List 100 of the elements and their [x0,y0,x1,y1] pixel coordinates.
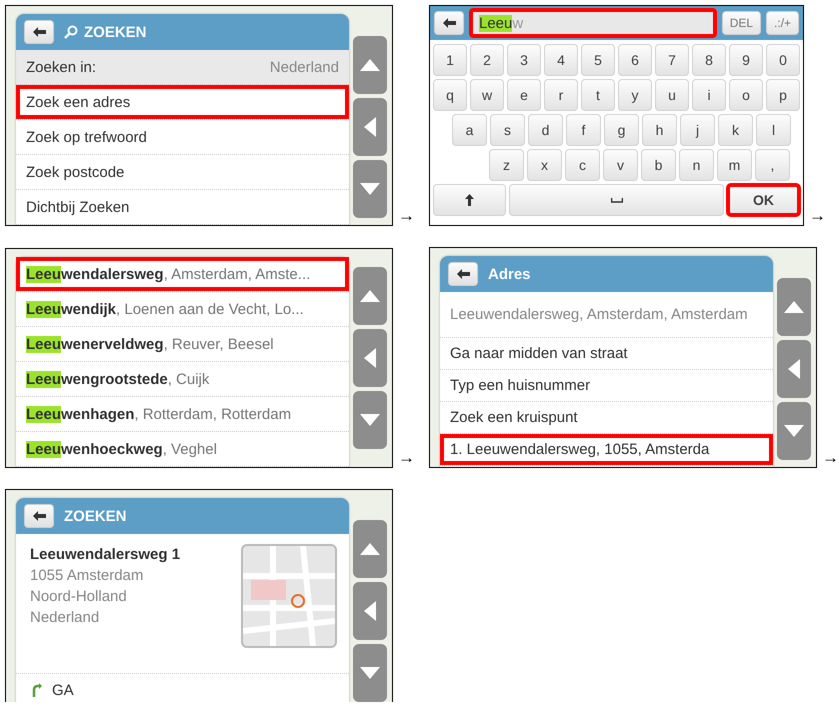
keyboard-key[interactable]: w [470,79,504,111]
keyboard-key[interactable]: z [489,149,524,181]
keyboard-key[interactable]: x [527,149,562,181]
keyboard-key[interactable]: m [717,149,752,181]
back-arrow-icon [442,18,456,28]
keyboard-key[interactable]: d [528,114,563,146]
result-item[interactable]: Leeuwenerveldweg, Reuver, Beesel [16,327,349,362]
scroll-down-button[interactable] [353,160,387,218]
keyboard-key[interactable]: 3 [507,44,541,76]
search-in-row[interactable]: Zoeken in: Nederland [16,50,349,85]
panel-title: Adres [488,266,531,282]
down-triangle-icon [360,414,380,426]
back-button[interactable] [24,504,54,528]
scroll-up-button[interactable] [777,278,811,336]
keyboard-key[interactable]: DEL [722,11,762,35]
keyboard-key[interactable]: 9 [729,44,763,76]
keyboard-key[interactable]: e [507,79,541,111]
keyboard-key[interactable]: b [641,149,676,181]
scroll-up-button[interactable] [353,520,387,578]
left-triangle-icon [364,348,376,368]
keyboard-key[interactable]: u [655,79,689,111]
keyboard-key[interactable]: s [490,114,525,146]
menu-item[interactable]: Ga naar midden van straat [440,338,773,370]
menu-item[interactable]: Zoek een adres [16,85,349,120]
keyboard-key[interactable]: 0 [766,44,800,76]
keyboard-key[interactable]: k [718,114,753,146]
scroll-down-button[interactable] [353,391,387,449]
back-button[interactable] [434,11,464,35]
result-item[interactable]: Leeuwendalersweg, Amsterdam, Amste... [16,257,349,292]
keyboard-key[interactable]: l [756,114,791,146]
menu-item[interactable]: Typ een huisnummer [440,370,773,402]
menu-item[interactable]: Zoek op trefwoord [16,120,349,155]
next-step-arrow: → [821,448,839,468]
panel-title: ZOEKEN [64,508,127,524]
ok-key[interactable]: OK [727,184,800,216]
left-triangle-icon [788,359,800,379]
keyboard-key[interactable]: o [729,79,763,111]
keyboard-key[interactable]: i [692,79,726,111]
keyboard-key[interactable]: 7 [655,44,689,76]
keyboard-key[interactable]: c [565,149,600,181]
scroll-up-button[interactable] [353,267,387,325]
back-page-button[interactable] [353,329,387,387]
result-item[interactable]: Leeuwengrootstede, Cuijk [16,362,349,397]
keyboard-key[interactable]: 6 [618,44,652,76]
address-line: Noord-Holland [30,587,128,607]
keyboard-key[interactable]: 4 [544,44,578,76]
result-item[interactable]: Leeuwenhagen, Rotterdam, Rotterdam [16,397,349,432]
back-page-button[interactable] [353,582,387,640]
address-row[interactable]: Leeuwendalersweg, Amsterdam, Amsterdam [440,292,773,338]
keyboard-key[interactable]: 2 [470,44,504,76]
space-bar-icon [610,198,623,202]
keyboard-key[interactable]: h [642,114,677,146]
keyboard-key[interactable]: 1 [433,44,467,76]
scroll-down-button[interactable] [353,644,387,702]
scroll-down-button[interactable] [777,402,811,460]
back-page-button[interactable] [777,340,811,398]
keyboard-key[interactable]: v [603,149,638,181]
keyboard-key[interactable]: t [581,79,615,111]
down-triangle-icon [360,183,380,195]
result-item[interactable]: Leeuwenhoeckweg, Veghel [16,432,349,467]
menu-item[interactable]: Zoek postcode [16,155,349,190]
keyboard-key[interactable]: y [618,79,652,111]
up-triangle-icon [360,543,380,555]
up-triangle-icon [784,301,804,313]
back-arrow-icon [32,511,46,521]
back-arrow-icon [456,269,470,279]
keyboard-key[interactable]: .:/+ [766,11,800,35]
keyboard-key[interactable]: , [755,149,790,181]
up-triangle-icon [360,59,380,71]
back-arrow-icon [32,27,46,37]
back-button[interactable] [24,20,54,44]
keyboard-key[interactable]: f [566,114,601,146]
go-button[interactable]: GA [16,673,349,702]
back-button[interactable] [448,262,478,286]
keyboard-key[interactable]: n [679,149,714,181]
menu-item[interactable]: 1. Leeuwendalersweg, 1055, Amsterda [440,434,773,466]
keyboard-key[interactable]: r [544,79,578,111]
up-arrow-icon [465,194,474,206]
search-icon [64,25,78,39]
keyboard-key[interactable]: a [452,114,487,146]
menu-item[interactable]: Zoek een kruispunt [440,402,773,434]
keyboard-key[interactable]: g [604,114,639,146]
keyboard-key[interactable]: q [433,79,467,111]
scroll-up-button[interactable] [353,36,387,94]
next-step-arrow: → [808,206,828,226]
street-name: Leeuwendalersweg 1 [30,545,180,565]
back-page-button[interactable] [353,98,387,156]
keyboard-key[interactable]: 8 [692,44,726,76]
keyboard-key[interactable]: j [680,114,715,146]
panel-title: ZOEKEN [64,24,147,40]
keyboard-key[interactable]: 5 [581,44,615,76]
menu-item[interactable]: Dichtbij Zoeken [16,190,349,225]
up-triangle-icon [360,290,380,302]
result-item[interactable]: Leeuwendijk, Loenen aan de Vecht, Lo... [16,292,349,327]
turn-arrow-icon [30,683,42,697]
address-line: 1055 Amsterdam [30,566,144,586]
search-input-field[interactable]: Leeuw [469,8,717,38]
keyboard-key[interactable]: p [766,79,800,111]
search-in-label: Zoeken in: [26,58,96,76]
search-in-value: Nederland [270,58,339,76]
